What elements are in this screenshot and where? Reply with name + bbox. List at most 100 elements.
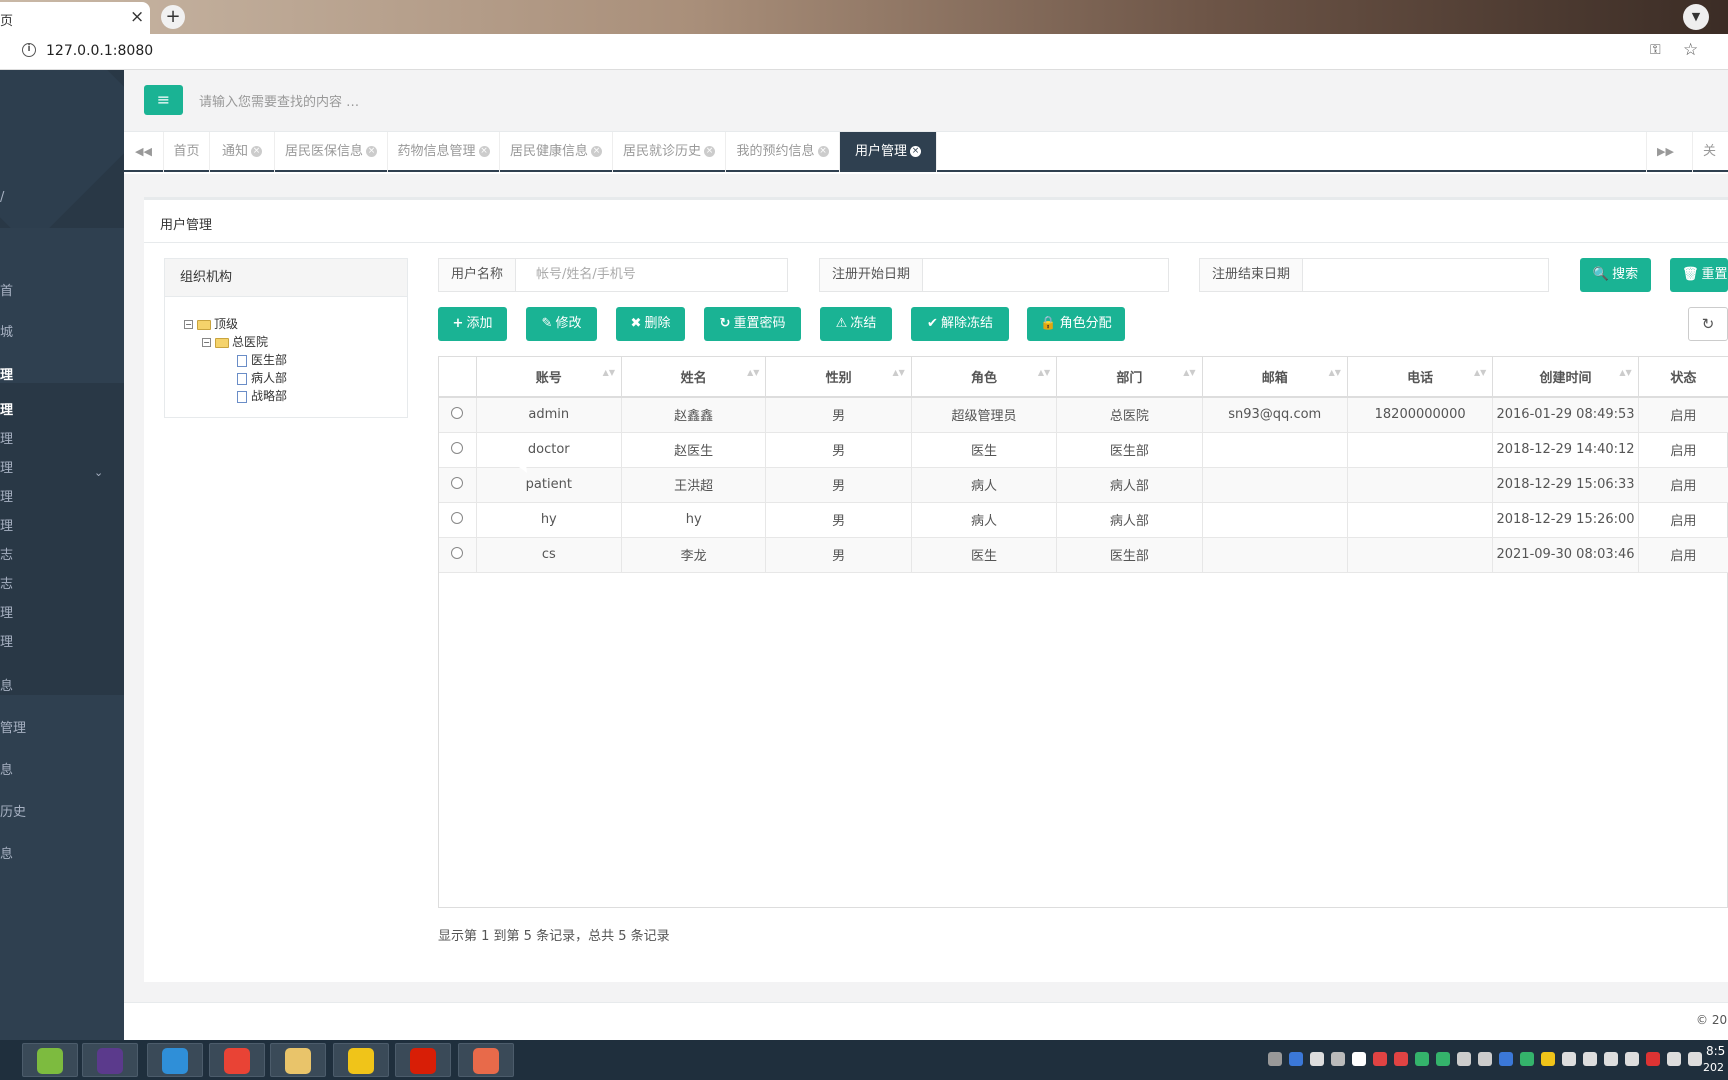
sidebar-item[interactable]: 理 [0,364,13,383]
tab-scroll-left-icon[interactable]: ◀◀ [124,132,164,172]
camera-app[interactable] [458,1043,514,1077]
info-icon[interactable]: i [22,43,36,57]
sort-icon[interactable]: ▲▼ [747,369,759,377]
tray-icon[interactable] [1562,1052,1576,1066]
tab-scroll-right-icon[interactable]: ▶▶ [1646,132,1684,172]
sort-icon[interactable]: ▲▼ [1474,369,1486,377]
column-header[interactable]: 账号 ▲▼ [476,357,622,398]
reset-button[interactable]: 🗑 重置 [1670,258,1728,292]
row-select-cell[interactable] [439,502,477,538]
tray-icon[interactable] [1352,1052,1366,1066]
url-text[interactable]: 127.0.0.1:8080 [46,43,153,59]
sidebar-item[interactable]: 息 [0,759,13,778]
tab-close-icon[interactable]: × [478,146,490,157]
tray-icon[interactable] [1604,1052,1618,1066]
sort-icon[interactable]: ▲▼ [1183,369,1195,377]
column-header[interactable]: 状态 [1638,357,1728,398]
username-input[interactable]: 帐号/姓名/手机号 [524,259,787,291]
tree-node-file[interactable]: 病人部 [237,369,287,386]
tray-icon[interactable] [1415,1052,1429,1066]
sort-icon[interactable]: ▲▼ [1619,369,1631,377]
tray-icon[interactable] [1394,1052,1408,1066]
profile-dropdown-icon[interactable]: ▼ [1683,4,1709,30]
row-radio[interactable] [451,441,464,454]
tray-icon[interactable] [1541,1052,1555,1066]
sidebar-item[interactable]: 理 [0,631,13,650]
tab-close-icon[interactable]: × [704,146,715,157]
tray-icon[interactable] [1331,1052,1345,1066]
tab-4[interactable]: 药物信息管理 × [388,132,500,172]
file-explorer-app[interactable] [270,1043,326,1077]
column-header[interactable]: 电话 ▲▼ [1347,357,1494,398]
tree-node-file[interactable]: 战略部 [237,387,287,404]
tab-close-icon[interactable]: × [591,146,602,157]
tab-5[interactable]: 居民健康信息 × [500,132,613,172]
tree-node-label[interactable]: 战略部 [251,389,287,403]
tree-node-label[interactable]: 病人部 [251,371,287,385]
tray-icon[interactable] [1583,1052,1597,1066]
row-radio[interactable] [451,406,464,419]
notepad-app[interactable] [22,1043,78,1077]
tab-7[interactable]: 我的预约信息 × [726,132,840,172]
sort-icon[interactable]: ▲▼ [1329,369,1341,377]
sidebar-item[interactable]: 息 [0,843,13,862]
sidebar-item[interactable]: 志 [0,544,13,563]
close-icon[interactable]: × [130,7,144,27]
column-header[interactable]: 创建时间 ▲▼ [1492,357,1639,398]
tree-node-folder[interactable]: − 总医院 [202,333,268,350]
new-tab-button[interactable]: + [161,5,185,29]
tab-close-icon[interactable]: × [817,146,829,157]
sidebar-item[interactable]: 息 [0,675,13,694]
tree-node-file[interactable]: 医生部 [237,351,287,368]
tray-icon[interactable] [1373,1052,1387,1066]
sidebar-item[interactable]: 城 [0,321,13,340]
tray-icon[interactable] [1268,1052,1282,1066]
tree-node-label[interactable]: 总医院 [232,335,268,349]
tab-close-icon[interactable]: × [910,146,921,157]
freeze-button[interactable]: ⚠ 冻结 [820,307,892,341]
row-select-cell[interactable] [439,467,477,503]
search-button[interactable]: 🔍 搜索 [1580,258,1651,292]
clock-date[interactable]: 202 [1703,1061,1724,1074]
column-header[interactable]: 部门 ▲▼ [1056,357,1203,398]
sort-icon[interactable]: ▲▼ [892,369,904,377]
tab-2[interactable]: 通知 × [210,132,275,172]
sidebar-item[interactable]: 管理 [0,717,26,736]
menu-toggle-button[interactable]: ≡ [144,85,183,115]
tray-icon[interactable] [1667,1052,1681,1066]
start-date-input[interactable] [930,259,1168,291]
table-row[interactable]: cs 李龙男医生 医生部 2021-09-30 08:03:46 启用 [439,537,1728,573]
row-radio[interactable] [451,546,464,559]
unfreeze-button[interactable]: ✔ 解除冻结 [911,307,1009,341]
table-row[interactable]: admin 赵鑫鑫男超级管理员 总医院 sn93@qq.com 18200000000 2… [439,397,1728,433]
sidebar-item[interactable]: 理 [0,602,13,621]
tray-icon[interactable] [1646,1052,1660,1066]
tab-8[interactable]: 用户管理 × [840,132,937,172]
tree-collapse-icon[interactable]: − [202,338,211,347]
edit-button[interactable]: ✎ 修改 [526,307,597,341]
table-row[interactable]: hy hy 男病人 病人部 2018-12-29 15:26:00 启用 [439,502,1728,538]
row-radio[interactable] [451,476,464,489]
sidebar-collapse-icon[interactable]: / [0,190,4,205]
row-select-cell[interactable] [439,537,477,573]
sort-icon[interactable]: ▲▼ [603,369,615,377]
address-bar[interactable]: i 127.0.0.1:8080 ⚿ ☆ [0,34,1728,70]
sidebar-item[interactable]: 志 [0,573,13,592]
close-tabs-button[interactable]: 关闭操 [1692,132,1728,239]
bookmark-star-icon[interactable]: ☆ [1683,40,1698,60]
tree-node-label[interactable]: 顶级 [214,317,238,331]
tray-icon[interactable] [1310,1052,1324,1066]
assign-role-button[interactable]: 🔒 角色分配 [1027,307,1125,341]
add-button[interactable]: + 添加 [438,307,507,341]
eclipse-app[interactable] [82,1043,138,1077]
duck-app[interactable] [333,1043,389,1077]
tree-collapse-icon[interactable]: − [184,320,193,329]
tab-close-icon[interactable]: × [251,146,262,157]
sidebar-item[interactable]: 理 [0,399,13,418]
column-header[interactable]: 姓名 ▲▼ [621,357,767,398]
row-radio[interactable] [451,511,464,524]
table-row[interactable]: doctor 赵医生男医生 医生部 2018-12-29 14:40:12 启用 [439,432,1728,468]
netease-music-app[interactable] [395,1043,451,1077]
tab-6[interactable]: 居民就诊历史 × [613,132,726,172]
row-select-cell[interactable] [439,432,477,468]
